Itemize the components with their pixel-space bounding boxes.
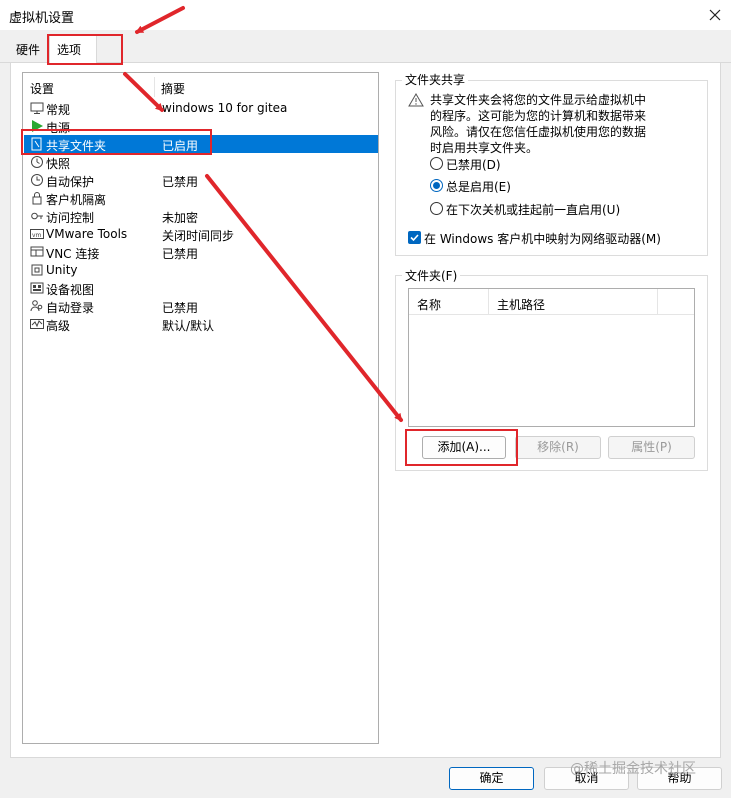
warning-icon — [408, 93, 424, 107]
settings-row-label: 常规 — [46, 103, 71, 117]
radio-disabled[interactable] — [430, 157, 443, 170]
settings-row-unity[interactable]: Unity — [24, 261, 378, 279]
settings-list-header: 设置 摘要 — [23, 77, 378, 97]
warning-line: 的程序。这可能为您的计算机和数据带来 — [430, 109, 647, 123]
column-header-name[interactable]: 名称 — [417, 296, 441, 313]
radio-always-enabled[interactable] — [430, 179, 443, 192]
watermark-text: @稀土掘金技术社区 — [570, 761, 696, 777]
folders-list[interactable]: 名称 主机路径 — [408, 288, 695, 427]
column-header-summary[interactable]: 摘要 — [161, 80, 185, 97]
settings-row-guest-isolation[interactable]: 客户机隔离 — [24, 189, 378, 207]
settings-row-label: 快照 — [46, 157, 71, 171]
folders-title: 文件夹(F) — [402, 267, 461, 284]
settings-row-power[interactable]: 电源 — [24, 117, 378, 135]
power-play-icon — [32, 120, 43, 132]
settings-row-label: VNC 连接 — [46, 247, 100, 261]
column-header-setting[interactable]: 设置 — [30, 80, 54, 97]
column-divider[interactable] — [657, 289, 658, 315]
advanced-icon — [30, 319, 44, 329]
lock-icon — [32, 192, 42, 205]
settings-row-label: 访问控制 — [46, 211, 95, 225]
column-header-host-path[interactable]: 主机路径 — [497, 296, 545, 313]
settings-row-summary: 已禁用 — [162, 247, 199, 261]
tab-strip: 硬件 选项 — [0, 30, 731, 64]
settings-row-access-control[interactable]: 访问控制 未加密 — [24, 207, 378, 225]
settings-row-general[interactable]: 常规 windows 10 for gitea — [24, 99, 378, 117]
folder-sharing-title: 文件夹共享 — [402, 71, 469, 88]
column-divider[interactable] — [154, 77, 155, 97]
radio-disabled-label[interactable]: 已禁用(D) — [446, 156, 501, 173]
add-folder-button[interactable]: 添加(A)... — [422, 436, 506, 459]
settings-row-snapshot[interactable]: 快照 — [24, 153, 378, 171]
column-divider[interactable] — [488, 289, 489, 315]
folder-properties-button[interactable]: 属性(P) — [608, 436, 695, 459]
tab-hardware[interactable]: 硬件 — [10, 38, 46, 63]
warning-line: 时启用共享文件夹。 — [430, 141, 539, 155]
tab-options[interactable]: 选项 — [49, 34, 97, 64]
settings-row-summary: 已启用 — [162, 139, 199, 153]
remove-folder-button[interactable]: 移除(R) — [515, 436, 601, 459]
unity-icon — [31, 264, 43, 276]
settings-row-summary: 已禁用 — [162, 175, 199, 189]
settings-row-label: VMware Tools — [46, 227, 128, 241]
settings-list[interactable]: 设置 摘要 常规 windows 10 for gitea 电源 共享文件夹 已… — [22, 72, 379, 744]
svg-text:vm: vm — [32, 232, 42, 239]
settings-row-summary: 未加密 — [162, 211, 199, 225]
ok-button[interactable]: 确定 — [449, 767, 534, 790]
map-drive-checkbox[interactable] — [408, 231, 421, 244]
radio-until-poweroff-label[interactable]: 在下次关机或挂起前一直启用(U) — [446, 201, 620, 218]
settings-row-label: 设备视图 — [46, 283, 95, 297]
settings-row-shared-folders[interactable]: 共享文件夹 已启用 — [24, 135, 378, 153]
settings-row-label: 高级 — [46, 319, 71, 333]
settings-row-summary: windows 10 for gitea — [162, 101, 288, 115]
radio-until-poweroff[interactable] — [430, 202, 443, 215]
device-view-icon — [30, 282, 44, 294]
shared-folder-icon — [31, 137, 42, 151]
window-title: 虚拟机设置 — [9, 11, 75, 26]
sharing-warning-text: 共享文件夹会将您的文件显示给虚拟机中 的程序。这可能为您的计算机和数据带来 风险… — [430, 92, 670, 156]
settings-row-autoprotect[interactable]: 自动保护 已禁用 — [24, 171, 378, 189]
settings-row-label: Unity — [46, 263, 78, 277]
warning-line: 风险。请仅在您信任虚拟机使用您的数据 — [430, 125, 647, 139]
title-bar: 虚拟机设置 — [0, 0, 731, 30]
settings-row-vnc[interactable]: VNC 连接 已禁用 — [24, 243, 378, 261]
snapshot-icon — [31, 156, 43, 168]
settings-row-label: 客户机隔离 — [46, 193, 107, 207]
close-icon[interactable] — [705, 5, 725, 25]
vmware-tools-icon: vm — [30, 229, 44, 239]
users-icon — [30, 300, 43, 312]
key-icon — [31, 212, 43, 220]
settings-row-label: 自动登录 — [46, 301, 95, 315]
folders-list-header: 名称 主机路径 — [409, 289, 694, 315]
monitor-icon — [30, 102, 44, 114]
settings-row-summary: 已禁用 — [162, 301, 199, 315]
settings-row-summary: 关闭时间同步 — [162, 229, 235, 243]
settings-row-label: 自动保护 — [46, 175, 95, 189]
settings-row-label: 电源 — [46, 121, 71, 135]
map-drive-label[interactable]: 在 Windows 客户机中映射为网络驱动器(M) — [424, 230, 661, 247]
settings-row-device-view[interactable]: 设备视图 — [24, 279, 378, 297]
settings-row-advanced[interactable]: 高级 默认/默认 — [24, 315, 378, 333]
warning-line: 共享文件夹会将您的文件显示给虚拟机中 — [430, 93, 647, 107]
settings-row-summary: 默认/默认 — [162, 319, 215, 333]
vnc-icon — [30, 246, 44, 257]
clock-icon — [31, 174, 43, 186]
radio-always-enabled-label[interactable]: 总是启用(E) — [446, 178, 511, 195]
settings-row-autologin[interactable]: 自动登录 已禁用 — [24, 297, 378, 315]
settings-row-label: 共享文件夹 — [46, 139, 107, 153]
settings-row-vmware-tools[interactable]: vm VMware Tools 关闭时间同步 — [24, 225, 378, 243]
